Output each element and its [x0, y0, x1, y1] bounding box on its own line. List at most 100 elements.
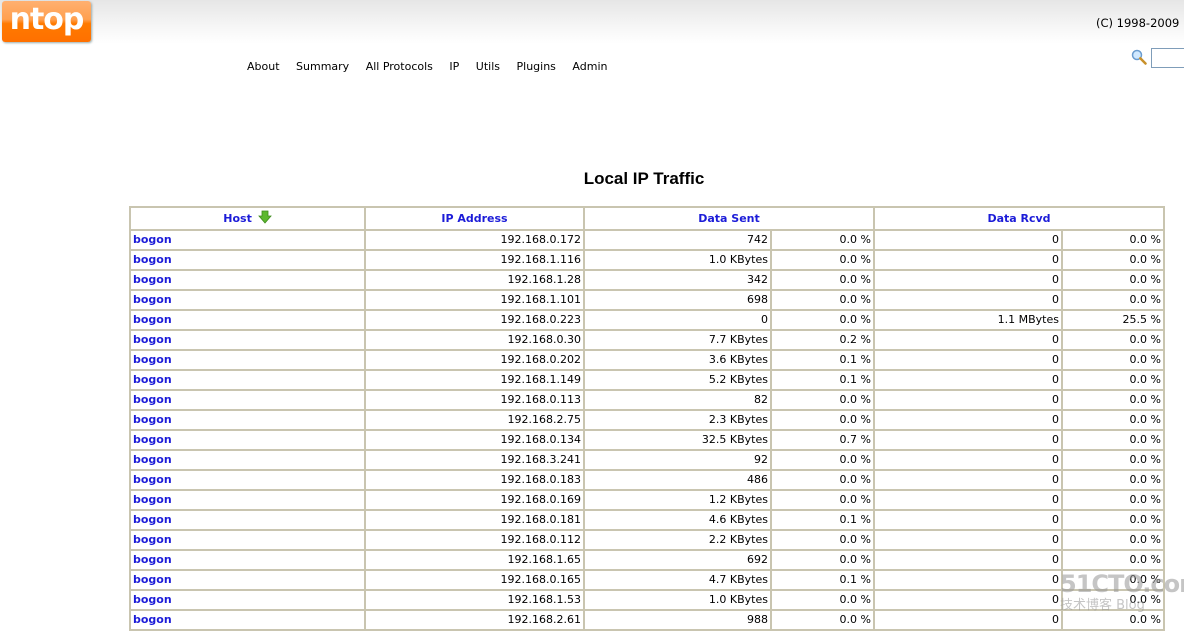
ip-address-cell: 192.168.0.112	[365, 530, 584, 550]
ip-address-cell: 192.168.1.53	[365, 590, 584, 610]
data-rcvd-percent-cell: 0.0 %	[1062, 530, 1164, 550]
data-rcvd-percent-cell: 0.0 %	[1062, 550, 1164, 570]
nav-all-protocols[interactable]: All Protocols	[366, 60, 433, 73]
nav-admin[interactable]: Admin	[572, 60, 607, 73]
host-link[interactable]: bogon	[133, 533, 172, 546]
table-row: bogon 192.168.0.202 3.6 KBytes 0.1 % 0 0.0 %	[130, 350, 1164, 370]
data-sent-percent-cell: 0.0 %	[771, 250, 874, 270]
host-cell[interactable]: bogon	[130, 350, 365, 370]
host-cell[interactable]: bogon	[130, 590, 365, 610]
sort-by-ip-link[interactable]: IP Address	[441, 212, 507, 225]
host-cell[interactable]: bogon	[130, 330, 365, 350]
host-cell[interactable]: bogon	[130, 430, 365, 450]
sort-descending-arrow-icon[interactable]	[257, 210, 272, 224]
table-row: bogon 192.168.3.241 92 0.0 % 0 0.0 %	[130, 450, 1164, 470]
data-rcvd-cell: 0	[874, 570, 1062, 590]
host-cell[interactable]: bogon	[130, 550, 365, 570]
host-cell[interactable]: bogon	[130, 510, 365, 530]
sort-by-data-rcvd-link[interactable]: Data Rcvd	[987, 212, 1050, 225]
data-sent-cell: 2.2 KBytes	[584, 530, 771, 550]
host-cell[interactable]: bogon	[130, 230, 365, 250]
host-cell[interactable]: bogon	[130, 490, 365, 510]
host-link[interactable]: bogon	[133, 473, 172, 486]
host-link[interactable]: bogon	[133, 293, 172, 306]
host-cell[interactable]: bogon	[130, 530, 365, 550]
data-sent-cell: 2.3 KBytes	[584, 410, 771, 430]
data-sent-cell: 1.0 KBytes	[584, 590, 771, 610]
table-body: bogon 192.168.0.172 742 0.0 % 0 0.0 % bogon 192…	[130, 230, 1164, 630]
host-cell[interactable]: bogon	[130, 290, 365, 310]
host-link[interactable]: bogon	[133, 573, 172, 586]
data-sent-percent-cell: 0.0 %	[771, 310, 874, 330]
host-link[interactable]: bogon	[133, 433, 172, 446]
host-cell[interactable]: bogon	[130, 470, 365, 490]
data-rcvd-cell: 0	[874, 350, 1062, 370]
host-cell[interactable]: bogon	[130, 450, 365, 470]
data-rcvd-cell: 0	[874, 470, 1062, 490]
data-rcvd-percent-cell: 25.5 %	[1062, 310, 1164, 330]
host-link[interactable]: bogon	[133, 273, 172, 286]
data-sent-cell: 5.2 KBytes	[584, 370, 771, 390]
host-link[interactable]: bogon	[133, 493, 172, 506]
column-header-ip-address[interactable]: IP Address	[365, 207, 584, 230]
column-header-host[interactable]: Host	[130, 207, 365, 230]
data-sent-percent-cell: 0.0 %	[771, 530, 874, 550]
data-rcvd-percent-cell: 0.0 %	[1062, 290, 1164, 310]
data-sent-cell: 32.5 KBytes	[584, 430, 771, 450]
host-link[interactable]: bogon	[133, 613, 172, 626]
table-row: bogon 192.168.1.101 698 0.0 % 0 0.0 %	[130, 290, 1164, 310]
table-row: bogon 192.168.2.75 2.3 KBytes 0.0 % 0 0.0 %	[130, 410, 1164, 430]
host-link[interactable]: bogon	[133, 373, 172, 386]
nav-plugins[interactable]: Plugins	[517, 60, 556, 73]
sort-by-host-link[interactable]: Host	[223, 212, 252, 225]
search-input[interactable]	[1151, 48, 1184, 68]
data-sent-percent-cell: 0.0 %	[771, 610, 874, 630]
data-sent-cell: 4.7 KBytes	[584, 570, 771, 590]
host-cell[interactable]: bogon	[130, 610, 365, 630]
host-link[interactable]: bogon	[133, 513, 172, 526]
ip-address-cell: 192.168.2.61	[365, 610, 584, 630]
data-rcvd-cell: 0	[874, 390, 1062, 410]
column-header-data-sent[interactable]: Data Sent	[584, 207, 874, 230]
host-link[interactable]: bogon	[133, 253, 172, 266]
column-header-data-rcvd[interactable]: Data Rcvd	[874, 207, 1164, 230]
data-sent-cell: 92	[584, 450, 771, 470]
nav-ip[interactable]: IP	[449, 60, 459, 73]
ip-address-cell: 192.168.0.181	[365, 510, 584, 530]
sort-by-data-sent-link[interactable]: Data Sent	[698, 212, 760, 225]
host-link[interactable]: bogon	[133, 353, 172, 366]
host-link[interactable]: bogon	[133, 313, 172, 326]
host-link[interactable]: bogon	[133, 553, 172, 566]
host-link[interactable]: bogon	[133, 233, 172, 246]
table-row: bogon 192.168.2.61 988 0.0 % 0 0.0 %	[130, 610, 1164, 630]
data-sent-percent-cell: 0.0 %	[771, 390, 874, 410]
host-cell[interactable]: bogon	[130, 390, 365, 410]
table-row: bogon 192.168.0.112 2.2 KBytes 0.0 % 0 0.0 %	[130, 530, 1164, 550]
host-cell[interactable]: bogon	[130, 250, 365, 270]
data-sent-cell: 698	[584, 290, 771, 310]
host-cell[interactable]: bogon	[130, 570, 365, 590]
data-sent-percent-cell: 0.0 %	[771, 550, 874, 570]
data-rcvd-percent-cell: 0.0 %	[1062, 450, 1164, 470]
host-cell[interactable]: bogon	[130, 370, 365, 390]
ip-address-cell: 192.168.0.134	[365, 430, 584, 450]
data-sent-percent-cell: 0.2 %	[771, 330, 874, 350]
ip-address-cell: 192.168.0.223	[365, 310, 584, 330]
ntop-logo[interactable]: ntop	[2, 1, 91, 42]
nav-about[interactable]: About	[247, 60, 280, 73]
host-link[interactable]: bogon	[133, 333, 172, 346]
table-row: bogon 192.168.1.116 1.0 KBytes 0.0 % 0 0.0 %	[130, 250, 1164, 270]
host-link[interactable]: bogon	[133, 393, 172, 406]
host-link[interactable]: bogon	[133, 453, 172, 466]
host-cell[interactable]: bogon	[130, 270, 365, 290]
data-sent-percent-cell: 0.0 %	[771, 450, 874, 470]
nav-utils[interactable]: Utils	[476, 60, 500, 73]
data-rcvd-cell: 0	[874, 270, 1062, 290]
host-link[interactable]: bogon	[133, 413, 172, 426]
main-nav: About Summary All Protocols IP Utils Plu…	[247, 60, 620, 73]
host-cell[interactable]: bogon	[130, 410, 365, 430]
search-icon[interactable]	[1131, 49, 1147, 65]
host-cell[interactable]: bogon	[130, 310, 365, 330]
nav-summary[interactable]: Summary	[296, 60, 349, 73]
host-link[interactable]: bogon	[133, 593, 172, 606]
